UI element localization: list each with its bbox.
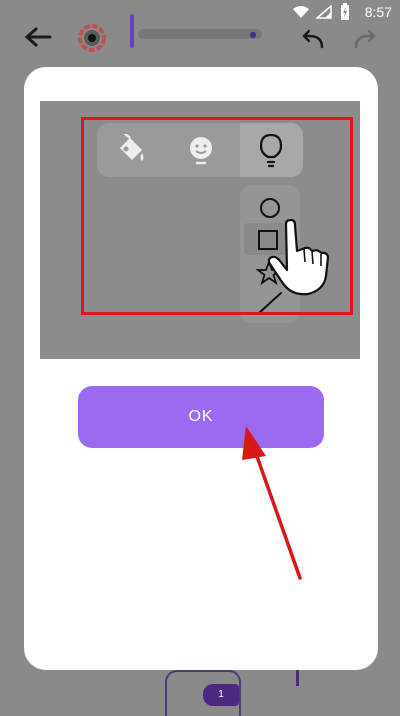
- highlight-frame: [81, 117, 353, 315]
- color-wheel-icon[interactable]: [78, 24, 106, 52]
- brush-size-slider[interactable]: [138, 29, 262, 39]
- redo-icon[interactable]: [352, 28, 378, 50]
- status-bar: 8:57: [0, 0, 400, 24]
- undo-icon[interactable]: [300, 28, 326, 50]
- page-number-badge: 1: [203, 684, 239, 706]
- wifi-icon: [293, 6, 309, 18]
- slider-end-dot: [250, 32, 256, 38]
- status-time: 8:57: [364, 4, 392, 20]
- pointer-arrow-icon: [242, 426, 302, 580]
- back-arrow-icon[interactable]: [22, 26, 52, 48]
- bottom-divider: [296, 668, 299, 686]
- battery-icon: [341, 3, 349, 20]
- signal-icon: [316, 5, 332, 19]
- brush-size-thumb[interactable]: [130, 14, 134, 48]
